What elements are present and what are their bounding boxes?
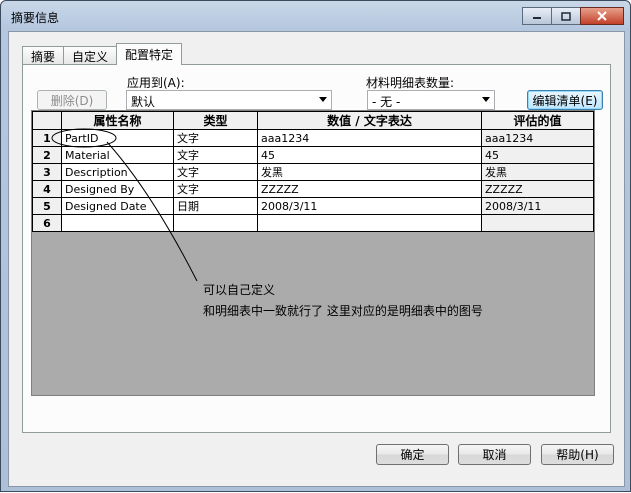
property-type-cell[interactable]: 文字 xyxy=(173,129,258,147)
tab-custom-label: 自定义 xyxy=(72,49,109,64)
property-value-cell[interactable] xyxy=(257,214,482,232)
row-number[interactable]: 1 xyxy=(32,129,62,147)
delete-button-label: 删除(D) xyxy=(50,93,94,108)
tab-summary-label: 摘要 xyxy=(31,49,56,64)
bom-quantity-select[interactable]: - 无 - xyxy=(367,90,495,110)
property-type-cell[interactable] xyxy=(173,214,258,232)
property-name-cell[interactable]: Description xyxy=(61,163,174,181)
property-value-cell[interactable]: 2008/3/11 xyxy=(257,197,482,215)
evaluated-value-cell: ZZZZZ xyxy=(481,180,594,198)
property-value-cell[interactable]: 45 xyxy=(257,146,482,164)
column-header-evaluated[interactable]: 评估的值 xyxy=(481,111,594,130)
property-name-cell[interactable]: PartID xyxy=(61,129,174,147)
evaluated-value-cell: aaa1234 xyxy=(481,129,594,147)
table-header-row: 属性名称 类型 数值 / 文字表达 评估的值 xyxy=(32,111,594,130)
ok-button[interactable]: 确定 xyxy=(376,444,449,465)
apply-to-value: 默认 xyxy=(131,95,156,109)
corner-cell[interactable] xyxy=(32,111,62,130)
window-controls xyxy=(522,7,624,25)
row-number[interactable]: 3 xyxy=(32,163,62,181)
property-type-cell[interactable]: 文字 xyxy=(173,163,258,181)
bom-quantity-value: - 无 - xyxy=(372,95,401,109)
minimize-icon xyxy=(533,17,541,19)
tab-summary[interactable]: 摘要 xyxy=(22,46,65,65)
close-icon xyxy=(597,11,607,21)
property-name-cell[interactable]: Designed Date xyxy=(61,197,174,215)
property-type-cell[interactable]: 文字 xyxy=(173,146,258,164)
row-number[interactable]: 6 xyxy=(32,214,62,232)
table-row: 5 Designed Date 日期 2008/3/11 2008/3/11 xyxy=(32,197,594,215)
edit-list-button-label: 编辑清单(E) xyxy=(532,93,598,108)
tab-strip: 摘要 自定义 配置特定 xyxy=(22,43,183,65)
column-header-value[interactable]: 数值 / 文字表达 xyxy=(257,111,482,130)
apply-to-select[interactable]: 默认 xyxy=(126,90,332,110)
tab-config-specific[interactable]: 配置特定 xyxy=(116,43,183,65)
cancel-button[interactable]: 取消 xyxy=(458,444,531,465)
dialog-window: 摘要信息 摘要 自定义 配置特定 删除(D) 应用到(A): 默认 材料明细表数… xyxy=(0,0,631,492)
table-row: 6 xyxy=(32,214,594,232)
bom-quantity-label: 材料明细表数量: xyxy=(366,76,455,90)
maximize-button[interactable] xyxy=(551,7,581,25)
chevron-down-icon xyxy=(319,97,327,102)
table-row: 1 PartID 文字 aaa1234 aaa1234 xyxy=(32,129,594,147)
evaluated-value-cell: 发黑 xyxy=(481,163,594,181)
annotation-text-line2: 和明细表中一致就行了 这里对应的是明细表中的图号 xyxy=(203,304,483,318)
property-name-cell[interactable]: Material xyxy=(61,146,174,164)
help-button[interactable]: 帮助(H) xyxy=(541,444,614,465)
property-table: 属性名称 类型 数值 / 文字表达 评估的值 1 PartID 文字 aaa12… xyxy=(32,111,594,232)
apply-to-label: 应用到(A): xyxy=(127,76,185,90)
property-value-cell[interactable]: ZZZZZ xyxy=(257,180,482,198)
property-name-cell[interactable] xyxy=(61,214,174,232)
cancel-button-label: 取消 xyxy=(482,448,507,462)
property-grid: 属性名称 类型 数值 / 文字表达 评估的值 1 PartID 文字 aaa12… xyxy=(31,110,595,396)
title-bar[interactable]: 摘要信息 xyxy=(1,1,630,31)
minimize-button[interactable] xyxy=(522,7,552,25)
column-header-type[interactable]: 类型 xyxy=(173,111,258,130)
help-button-label: 帮助(H) xyxy=(556,448,599,462)
property-type-cell[interactable]: 日期 xyxy=(173,197,258,215)
row-number[interactable]: 4 xyxy=(32,180,62,198)
evaluated-value-cell: 2008/3/11 xyxy=(481,197,594,215)
row-number[interactable]: 2 xyxy=(32,146,62,164)
ok-button-label: 确定 xyxy=(400,448,425,462)
edit-list-button[interactable]: 编辑清单(E) xyxy=(527,90,603,110)
table-row: 3 Description 文字 发黑 发黑 xyxy=(32,163,594,181)
window-title: 摘要信息 xyxy=(11,11,60,25)
evaluated-value-cell xyxy=(481,214,594,232)
table-row: 4 Designed By 文字 ZZZZZ ZZZZZ xyxy=(32,180,594,198)
property-name-cell[interactable]: Designed By xyxy=(61,180,174,198)
property-type-cell[interactable]: 文字 xyxy=(173,180,258,198)
evaluated-value-cell: 45 xyxy=(481,146,594,164)
row-number[interactable]: 5 xyxy=(32,197,62,215)
property-value-cell[interactable]: 发黑 xyxy=(257,163,482,181)
table-row: 2 Material 文字 45 45 xyxy=(32,146,594,164)
chevron-down-icon xyxy=(482,97,490,102)
tab-custom[interactable]: 自定义 xyxy=(63,46,118,65)
delete-button[interactable]: 删除(D) xyxy=(37,90,107,110)
annotation-text-line1: 可以自己定义 xyxy=(203,283,276,297)
column-header-name[interactable]: 属性名称 xyxy=(61,111,174,130)
close-button[interactable] xyxy=(580,7,624,25)
maximize-icon xyxy=(561,11,571,21)
tab-config-specific-label: 配置特定 xyxy=(125,48,174,62)
property-value-cell[interactable]: aaa1234 xyxy=(257,129,482,147)
